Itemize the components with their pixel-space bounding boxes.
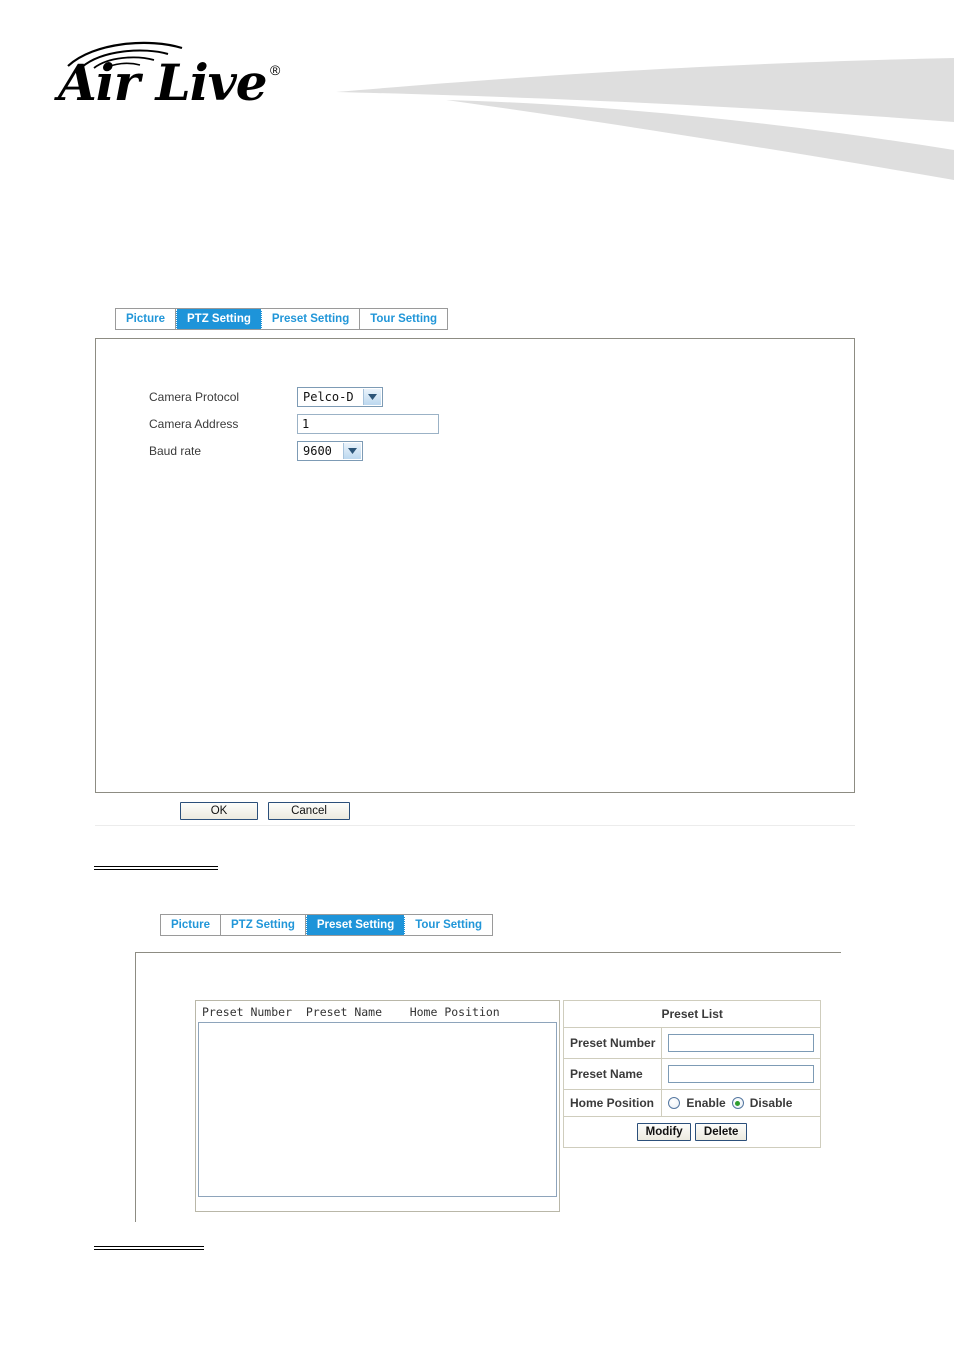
ptz-tabbar[interactable]: Picture PTZ Setting Preset Setting Tour … [115, 308, 449, 330]
preset-actions-row: Modify Delete [562, 1116, 822, 1148]
registered-trademark-icon: ® [270, 62, 281, 78]
home-position-row: Home Position Enable Disable [562, 1089, 822, 1117]
baud-rate-label: Baud rate [149, 444, 202, 458]
preset-number-cell [661, 1027, 822, 1059]
preset-number-input[interactable] [668, 1034, 815, 1052]
ok-button[interactable]: OK [180, 802, 258, 820]
preset-list-box: Preset Number Preset Name Home Position [195, 1000, 560, 1212]
tab-ptz-setting[interactable]: PTZ Setting [176, 309, 262, 329]
camera-address-label: Camera Address [149, 417, 239, 431]
camera-protocol-select[interactable]: Pelco-D [297, 387, 383, 407]
preset-name-row: Preset Name [562, 1058, 822, 1090]
camera-address-input[interactable]: 1 [297, 414, 439, 434]
camera-address-row: Camera Address 1 [149, 413, 439, 435]
modify-button[interactable]: Modify [637, 1123, 692, 1141]
baud-rate-row: Baud rate 9600 [149, 440, 363, 462]
ptz-footer-divider [95, 825, 855, 826]
baud-rate-value: 9600 [303, 444, 332, 458]
tab-picture[interactable]: Picture [161, 915, 221, 935]
preset-name-label: Preset Name [562, 1058, 663, 1090]
tab-tour-setting[interactable]: Tour Setting [360, 309, 448, 329]
home-position-disable-label: Disable [749, 1096, 793, 1110]
chevron-down-icon[interactable] [363, 389, 381, 405]
delete-button[interactable]: Delete [695, 1123, 748, 1141]
header-swoosh-graphic [300, 30, 954, 190]
preset-name-cell [661, 1058, 822, 1090]
camera-protocol-value: Pelco-D [303, 390, 354, 404]
airlive-logo: Air Live ® [58, 36, 298, 116]
camera-protocol-label: Camera Protocol [149, 390, 240, 404]
camera-protocol-row: Camera Protocol Pelco-D [149, 386, 383, 408]
preset-tabbar[interactable]: Picture PTZ Setting Preset Setting Tour … [160, 914, 494, 936]
page-header: Air Live ® [0, 0, 954, 190]
home-position-disable-radio[interactable] [731, 1097, 744, 1109]
home-position-label: Home Position [562, 1089, 663, 1117]
logo-wordmark: Air Live [58, 53, 268, 112]
preset-actions-cell: Modify Delete [562, 1116, 822, 1148]
baud-rate-select[interactable]: 9600 [297, 441, 363, 461]
caption-rule-1 [94, 866, 218, 871]
caption-rule-2 [94, 1246, 204, 1251]
cancel-button[interactable]: Cancel [268, 802, 350, 820]
preset-list-title: Preset List [562, 1000, 822, 1028]
tab-ptz-setting[interactable]: PTZ Setting [221, 915, 306, 935]
preset-number-label: Preset Number [562, 1027, 663, 1059]
home-position-cell: Enable Disable [661, 1089, 822, 1117]
preset-name-input[interactable] [668, 1065, 815, 1083]
tab-preset-setting[interactable]: Preset Setting [261, 309, 361, 329]
tab-preset-setting[interactable]: Preset Setting [305, 915, 406, 935]
home-position-enable-radio[interactable] [668, 1097, 681, 1109]
preset-list-columns: Preset Number Preset Name Home Position [202, 1005, 500, 1019]
tab-tour-setting[interactable]: Tour Setting [405, 915, 493, 935]
home-position-enable-label: Enable [686, 1096, 726, 1110]
preset-number-row: Preset Number [562, 1027, 822, 1059]
preset-list-title-row: Preset List [562, 1000, 822, 1028]
preset-list-form: Preset List Preset Number Preset Name Ho… [562, 1000, 822, 1148]
tab-picture[interactable]: Picture [116, 309, 176, 329]
preset-list-items[interactable] [198, 1022, 557, 1197]
ptz-settings-panel: Camera Protocol Pelco-D Camera Address 1… [95, 338, 855, 793]
chevron-down-icon[interactable] [343, 443, 361, 459]
